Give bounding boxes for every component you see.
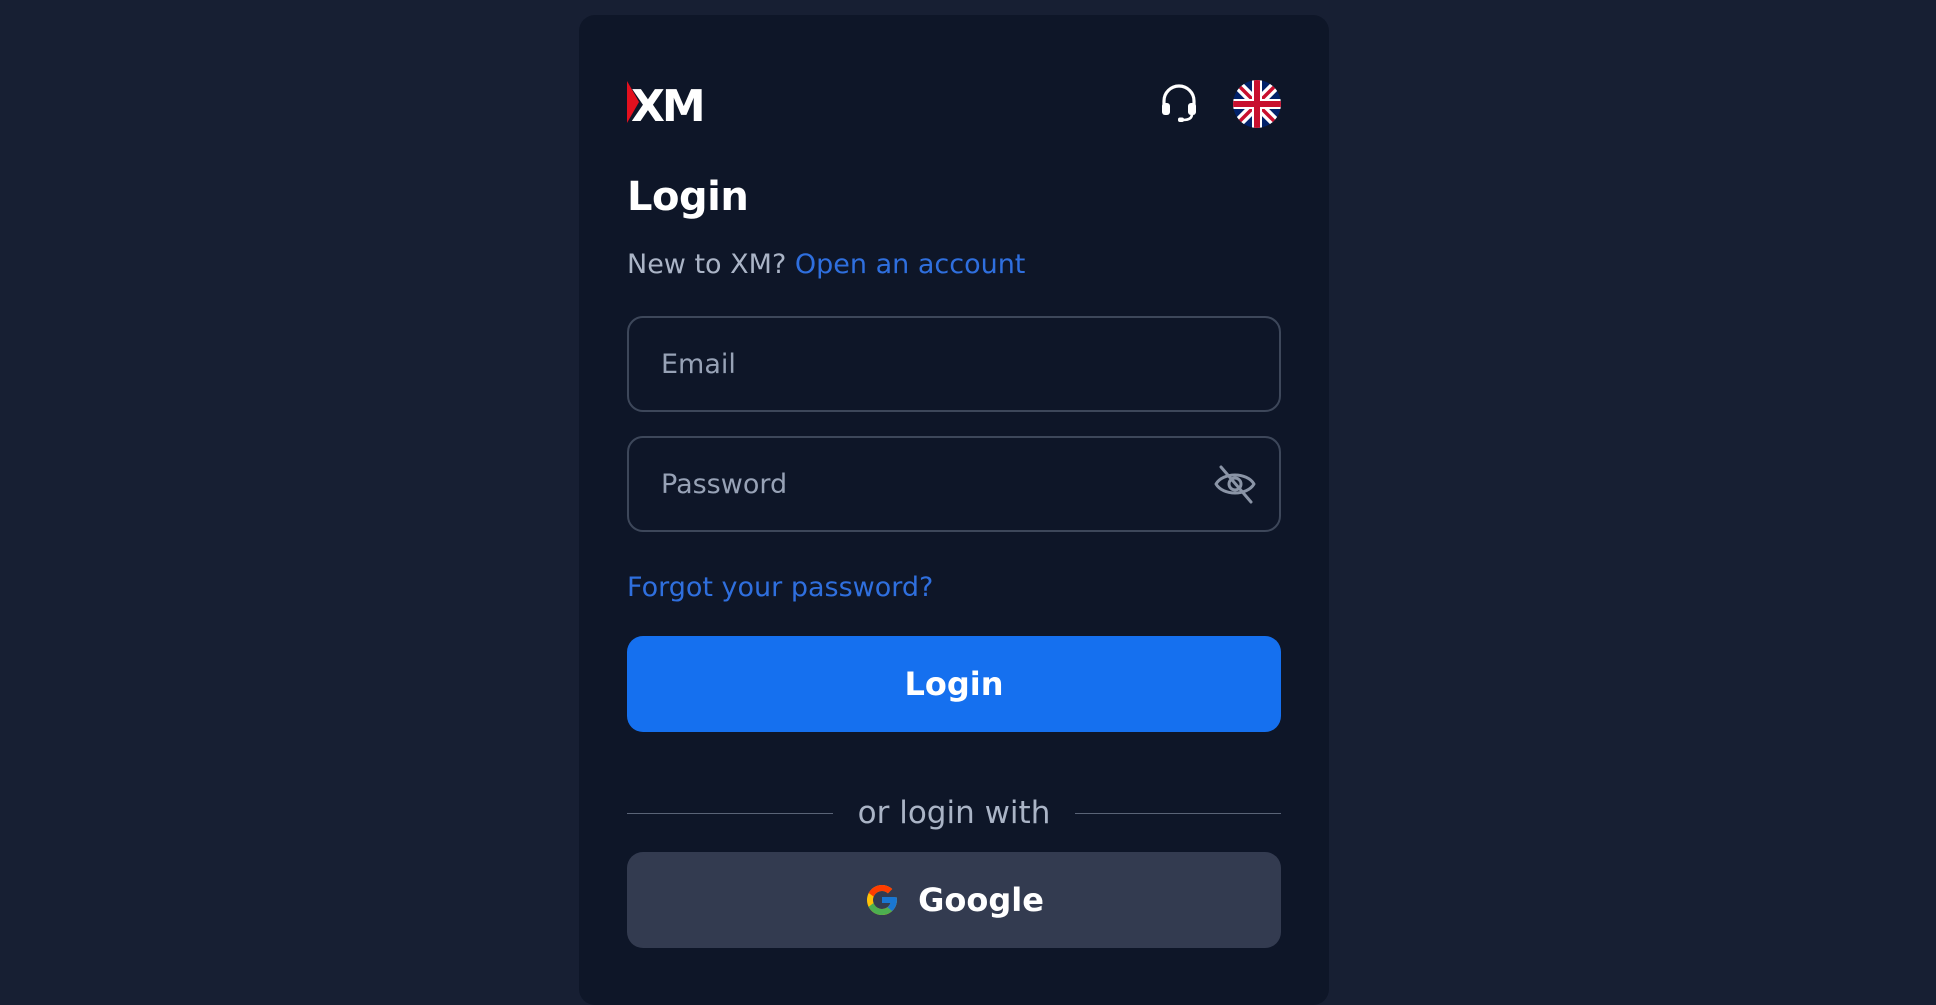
signup-prompt: New to XM? Open an account bbox=[627, 249, 1025, 281]
forgot-password-link[interactable]: Forgot your password? bbox=[627, 572, 933, 603]
login-card: XM Login New to XM? Open an account Emai… bbox=[579, 15, 1329, 1005]
xm-logo[interactable]: XM bbox=[627, 81, 727, 123]
new-to-xm-text: New to XM? bbox=[627, 249, 787, 280]
headset-icon bbox=[1162, 84, 1196, 122]
email-field[interactable] bbox=[661, 318, 1201, 410]
google-button-label: Google bbox=[918, 881, 1044, 919]
or-divider: or login with bbox=[627, 793, 1281, 833]
eye-off-icon bbox=[1214, 465, 1256, 504]
login-button[interactable]: Login bbox=[627, 636, 1281, 732]
language-selector[interactable] bbox=[1233, 80, 1281, 128]
password-field-wrapper bbox=[627, 436, 1281, 532]
page-title: Login bbox=[627, 174, 749, 220]
toggle-password-visibility-button[interactable] bbox=[1213, 462, 1257, 506]
google-icon bbox=[867, 885, 898, 915]
google-login-button[interactable]: Google bbox=[627, 852, 1281, 948]
divider-line-right bbox=[1075, 813, 1281, 814]
password-field[interactable] bbox=[661, 438, 1201, 530]
open-account-link[interactable]: Open an account bbox=[795, 249, 1026, 280]
logo-text: XM bbox=[631, 81, 703, 123]
uk-flag-icon bbox=[1233, 80, 1281, 128]
header: XM bbox=[627, 69, 1281, 128]
email-field-wrapper bbox=[627, 316, 1281, 412]
support-button[interactable] bbox=[1157, 81, 1201, 125]
